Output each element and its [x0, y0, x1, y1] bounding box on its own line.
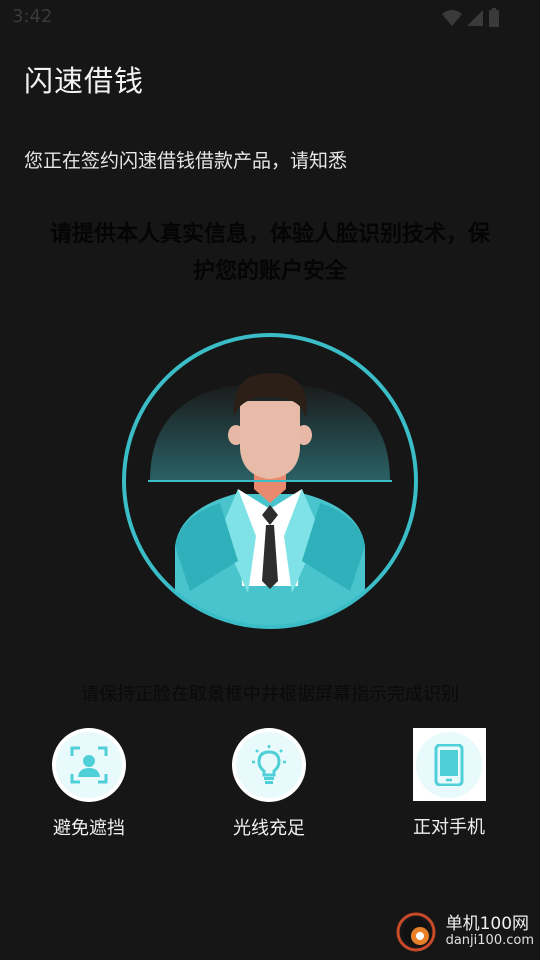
- page-title: 闪速借钱: [24, 64, 145, 98]
- face-capture-frame: [120, 331, 420, 631]
- watermark-brand: 单机100网: [445, 913, 530, 934]
- tip-label: 避免遮挡: [53, 818, 125, 839]
- tip-avoid-obstruction: 避免遮挡: [19, 728, 159, 840]
- cell-signal-icon: [467, 10, 483, 26]
- phone-icon: [434, 743, 464, 786]
- lightbulb-icon: [252, 745, 286, 784]
- tip-label: 光线充足: [233, 818, 305, 839]
- status-icons: [442, 8, 500, 28]
- watermark-url: danji100.com: [445, 933, 534, 949]
- tip-icon-circle: [412, 728, 486, 801]
- status-time: 3:42: [12, 6, 53, 27]
- signing-notice: 您正在签约闪速借钱借款产品，请知悉: [24, 150, 348, 172]
- watermark: 单机100网 danji100.com: [392, 908, 534, 956]
- battery-icon: [489, 8, 499, 27]
- face-scan-icon: [70, 746, 108, 784]
- face-portrait-illustration: [122, 333, 418, 629]
- tip-icon-circle: [52, 728, 126, 802]
- wifi-icon: [442, 10, 462, 26]
- status-bar: 3:42: [0, 0, 540, 36]
- danji100-logo-icon: [396, 912, 436, 952]
- tip-sufficient-light: 光线充足: [199, 728, 339, 840]
- instruction-text: 请保持正脸在取景框中并根据屏幕指示完成识别: [81, 684, 459, 705]
- tip-label: 正对手机: [413, 817, 485, 838]
- headline: 请提供本人真实信息，体验人脸识别技术，保护您的账户安全: [50, 222, 491, 284]
- tip-face-phone: 正对手机: [379, 728, 519, 839]
- tip-icon-circle: [232, 728, 306, 802]
